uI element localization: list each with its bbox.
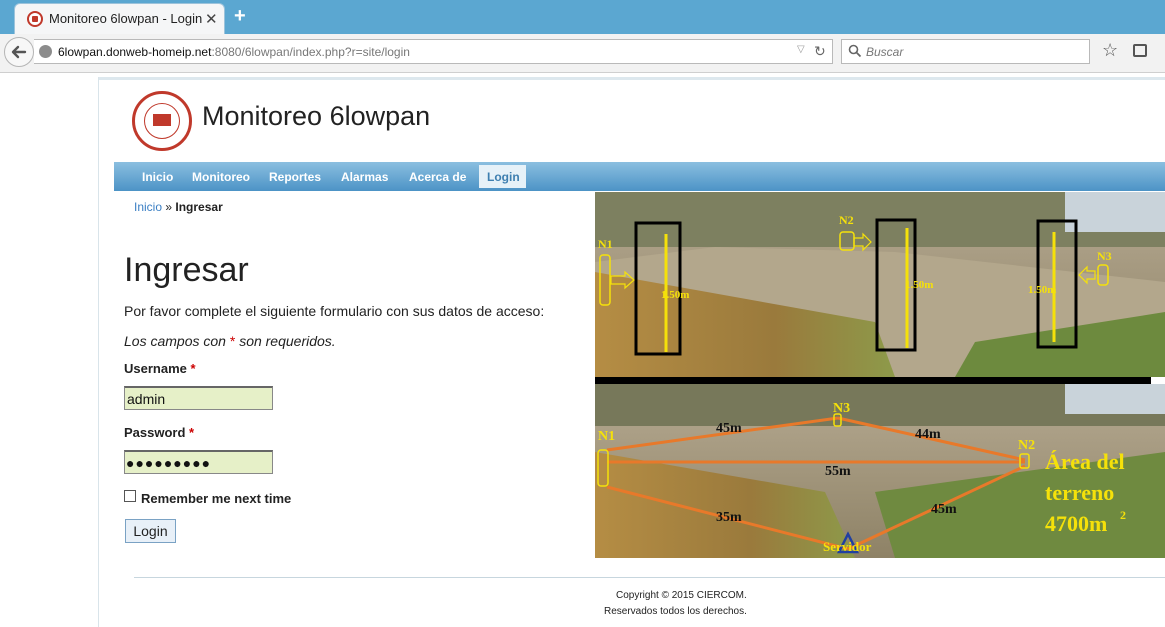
menu-item-alarmas[interactable]: Alarmas bbox=[341, 170, 388, 184]
area-label-line2: terreno bbox=[1045, 480, 1114, 505]
bottom-label-n2: N2 bbox=[1018, 438, 1035, 453]
distance-n3-n2: 44m bbox=[915, 427, 941, 442]
username-field[interactable] bbox=[124, 386, 273, 410]
height-label-n1: 1.50m bbox=[661, 289, 689, 301]
close-tab-icon[interactable]: ✕ bbox=[205, 10, 218, 28]
search-icon bbox=[848, 44, 862, 58]
breadcrumb-home-link[interactable]: Inicio bbox=[134, 200, 162, 214]
password-label: Password * bbox=[124, 425, 195, 440]
breadcrumb-separator: » bbox=[165, 200, 173, 214]
breadcrumb-current: Ingresar bbox=[175, 200, 223, 214]
top-label-n1: N1 bbox=[598, 237, 613, 251]
sensor-field-diagram: N1 N2 N3 1.50m 1.50m 1.50m N1 N3 N2 45m bbox=[595, 192, 1165, 558]
url-dropdown-icon[interactable]: ▽ bbox=[797, 44, 805, 55]
tab-title: Monitoreo 6lowpan - Login bbox=[49, 11, 203, 26]
search-bar[interactable]: Buscar bbox=[841, 39, 1090, 64]
main-menu: Inicio Monitoreo Reportes Alarmas Acerca… bbox=[114, 162, 1165, 191]
distance-n1-n2: 55m bbox=[825, 464, 851, 479]
area-label-line3: 4700m bbox=[1045, 511, 1107, 536]
search-placeholder: Buscar bbox=[866, 45, 904, 59]
site-favicon-icon bbox=[27, 11, 43, 27]
deployment-photo: N1 N2 N3 1.50m 1.50m 1.50m N1 N3 N2 45m bbox=[595, 192, 1165, 558]
login-button[interactable]: Login bbox=[125, 519, 176, 543]
area-label-superscript: 2 bbox=[1120, 508, 1126, 522]
height-label-n2: 1.50m bbox=[905, 279, 933, 291]
footer-divider bbox=[134, 577, 1165, 578]
menu-item-inicio[interactable]: Inicio bbox=[142, 170, 173, 184]
menu-item-reportes[interactable]: Reportes bbox=[269, 170, 321, 184]
photo-separator bbox=[595, 377, 1151, 384]
required-note: Los campos con * son requeridos. bbox=[124, 333, 336, 349]
menu-item-monitoreo[interactable]: Monitoreo bbox=[192, 170, 250, 184]
globe-icon bbox=[39, 45, 52, 58]
area-label-line1: Área del bbox=[1045, 449, 1125, 474]
back-arrow-icon bbox=[11, 45, 27, 59]
distance-n1-n3: 45m bbox=[716, 421, 742, 436]
reload-icon[interactable]: ↻ bbox=[814, 43, 826, 60]
distance-server-n2: 45m bbox=[931, 502, 957, 517]
bookmarks-menu-icon[interactable] bbox=[1133, 44, 1147, 57]
url-text[interactable]: 6lowpan.donweb-homeip.net:8080/6lowpan/i… bbox=[58, 45, 410, 59]
address-bar[interactable]: 6lowpan.donweb-homeip.net:8080/6lowpan/i… bbox=[34, 39, 833, 64]
form-instructions: Por favor complete el siguiente formular… bbox=[124, 303, 545, 319]
bottom-label-n1: N1 bbox=[598, 429, 615, 444]
distance-n1-server: 35m bbox=[716, 510, 742, 525]
navigation-bar: 6lowpan.donweb-homeip.net:8080/6lowpan/i… bbox=[0, 34, 1165, 73]
new-tab-icon[interactable]: + bbox=[234, 5, 246, 28]
page-title: Ingresar bbox=[124, 251, 249, 289]
top-label-n2: N2 bbox=[839, 213, 854, 227]
page-border bbox=[98, 77, 99, 627]
remember-me-checkbox[interactable] bbox=[124, 490, 136, 502]
tab-strip: Monitoreo 6lowpan - Login ✕ + bbox=[0, 0, 1165, 34]
breadcrumb: Inicio » Ingresar bbox=[134, 200, 223, 214]
username-label: Username * bbox=[124, 361, 196, 376]
page-top-border bbox=[99, 77, 1165, 80]
menu-item-acerca-de[interactable]: Acerca de bbox=[409, 170, 466, 184]
top-label-n3: N3 bbox=[1097, 249, 1112, 263]
browser-tab[interactable]: Monitoreo 6lowpan - Login ✕ bbox=[14, 3, 225, 34]
site-title: Monitoreo 6lowpan bbox=[202, 101, 431, 131]
height-label-n3: 1.50m bbox=[1028, 284, 1056, 296]
bookmark-star-icon[interactable]: ☆ bbox=[1102, 40, 1118, 61]
bottom-label-n3: N3 bbox=[833, 401, 850, 416]
back-button[interactable] bbox=[4, 37, 34, 67]
password-value: ●●●●●●●●● bbox=[126, 455, 212, 471]
remember-me-label[interactable]: Remember me next time bbox=[141, 491, 291, 506]
university-logo bbox=[132, 91, 192, 151]
server-label: Servidor bbox=[823, 539, 872, 554]
menu-item-login[interactable]: Login bbox=[479, 165, 526, 188]
